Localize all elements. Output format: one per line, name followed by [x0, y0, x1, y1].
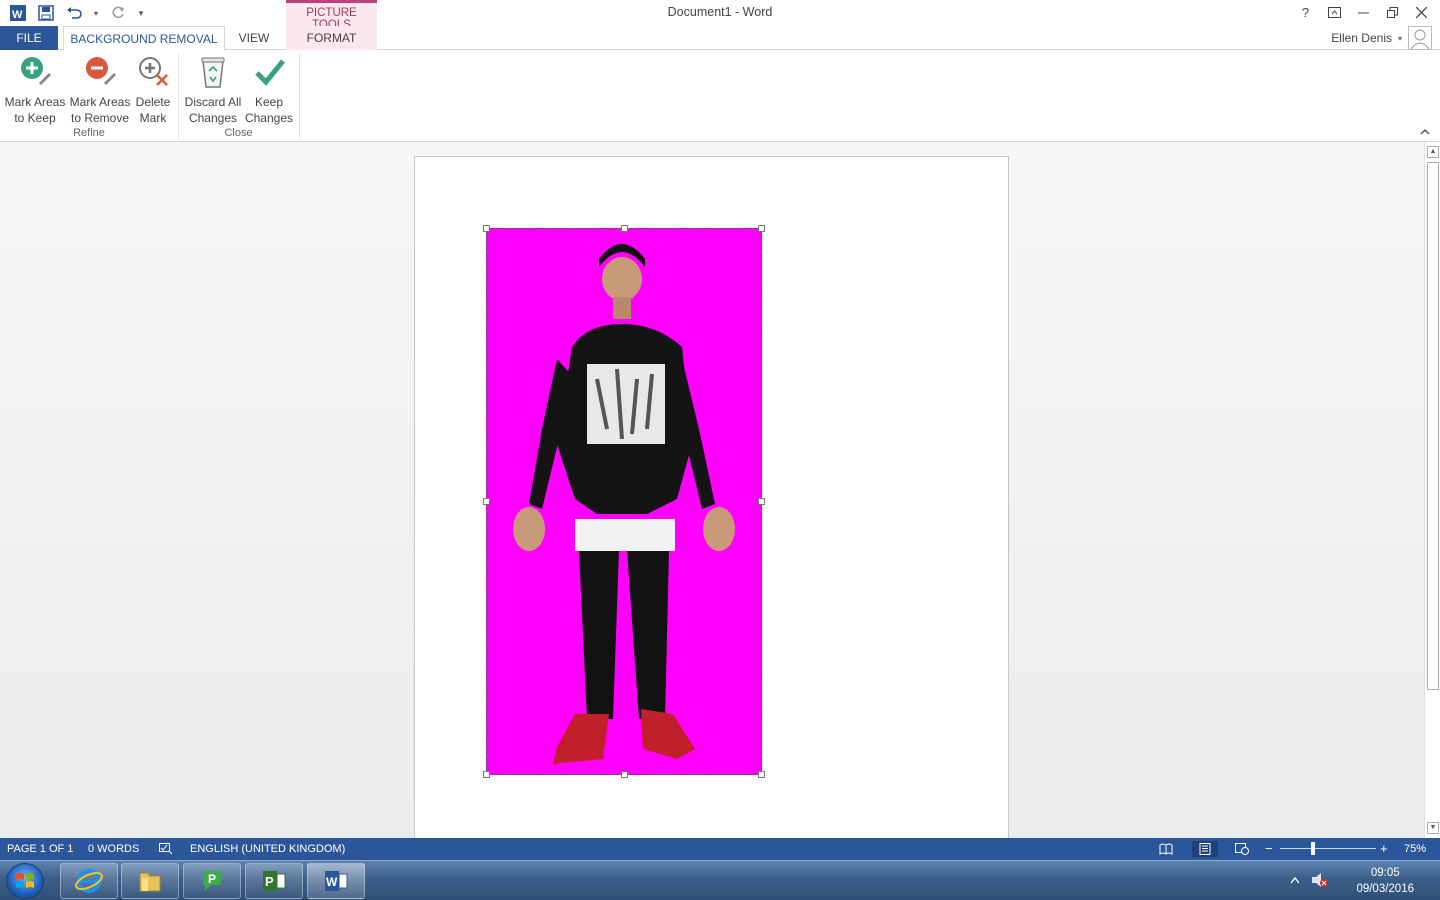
keep-label-2: Changes — [244, 111, 294, 125]
tab-file[interactable]: FILE — [0, 26, 58, 50]
user-name: Ellen Denis — [1331, 31, 1392, 45]
scroll-up-arrow-icon[interactable]: ▲ — [1427, 146, 1439, 158]
show-hidden-icons-icon[interactable] — [1290, 873, 1300, 887]
zoom-slider-track[interactable] — [1280, 848, 1376, 849]
delete-mark-icon — [137, 54, 169, 90]
resize-handle[interactable] — [483, 498, 490, 505]
tab-view[interactable]: VIEW — [229, 26, 279, 50]
discard-label-1: Discard All — [184, 95, 242, 109]
word-taskbar-button[interactable]: W — [307, 863, 365, 899]
selected-picture[interactable] — [483, 225, 765, 778]
resize-handle[interactable] — [758, 498, 765, 505]
document-area — [0, 142, 1424, 838]
project-taskbar-button[interactable]: P — [245, 863, 303, 899]
windows-taskbar: P P W 09:05 09/03/2016 — [0, 860, 1440, 900]
collapse-ribbon-icon[interactable] — [1420, 126, 1430, 138]
volume-muted-icon[interactable] — [1310, 871, 1330, 892]
zoom-level[interactable]: 75% — [1404, 843, 1426, 855]
svg-text:P: P — [265, 874, 274, 889]
svg-text:W: W — [326, 875, 338, 889]
publisher-taskbar-button[interactable]: P — [183, 863, 241, 899]
close-icon[interactable] — [1407, 2, 1436, 22]
title-bar: W ▾ ▾ Document1 - Word PICTURE TOOLS ? — [0, 0, 1440, 31]
mark-areas-to-remove-button[interactable]: Mark Areas to Remove — [68, 54, 132, 126]
group-separator — [178, 54, 179, 138]
window-controls: ? — [1291, 2, 1436, 22]
zoom-slider-thumb[interactable] — [1311, 842, 1315, 855]
resize-handle[interactable] — [758, 225, 765, 232]
minimize-icon[interactable] — [1349, 2, 1378, 22]
delete-mark-label-2: Mark — [139, 111, 167, 125]
clock-date: 09/03/2016 — [1356, 883, 1414, 895]
refine-group-label: Refine — [73, 127, 105, 139]
checkmark-icon — [253, 54, 285, 90]
vertical-scrollbar[interactable]: ▲ ▼ — [1424, 142, 1440, 838]
scrollbar-thumb[interactable] — [1427, 162, 1439, 690]
resize-handle[interactable] — [758, 771, 765, 778]
minus-pencil-icon — [84, 54, 116, 90]
mark-remove-label-2: to Remove — [70, 111, 130, 125]
close-group-label: Close — [224, 127, 253, 139]
ribbon-tab-row: FILE BACKGROUND REMOVAL VIEW FORMAT Elle… — [0, 26, 1440, 51]
windows-logo-icon — [16, 873, 34, 888]
scroll-down-arrow-icon[interactable]: ▼ — [1427, 822, 1439, 834]
status-bar: PAGE 1 OF 1 0 WORDS ENGLISH (UNITED KING… — [0, 838, 1440, 860]
start-button[interactable] — [6, 863, 44, 899]
mark-keep-label-1: Mark Areas — [4, 95, 66, 109]
keep-label-1: Keep — [254, 95, 284, 109]
chevron-down-icon: ▾ — [1397, 33, 1402, 43]
person-photo-image — [513, 244, 735, 764]
internet-explorer-icon — [75, 869, 103, 893]
zoom-in-button[interactable]: + — [1380, 841, 1388, 856]
green-speech-bubble-icon: P — [203, 871, 221, 891]
mark-remove-label-1: Mark Areas — [69, 95, 131, 109]
ribbon: Mark Areas to Keep Mark Areas to Remove … — [0, 50, 1440, 142]
word-count[interactable]: 0 WORDS — [88, 843, 139, 855]
print-layout-icon[interactable] — [1192, 841, 1218, 857]
system-clock[interactable]: 09:05 09/03/2016 — [1356, 865, 1414, 897]
plus-pencil-icon — [19, 54, 51, 90]
resize-handle[interactable] — [483, 771, 490, 778]
web-layout-icon[interactable] — [1234, 841, 1250, 857]
help-button[interactable]: ? — [1291, 2, 1320, 22]
clock-time: 09:05 — [1370, 867, 1400, 879]
folder-icon — [139, 872, 161, 892]
recycle-bin-icon — [197, 54, 229, 90]
language-indicator[interactable]: ENGLISH (UNITED KINGDOM) — [190, 843, 345, 855]
document-page[interactable] — [414, 156, 1009, 838]
word-app-icon: W — [325, 871, 348, 891]
mark-keep-label-2: to Keep — [14, 111, 56, 125]
page-count[interactable]: PAGE 1 OF 1 — [7, 843, 73, 855]
user-account[interactable]: Ellen Denis ▾ — [1331, 26, 1432, 50]
read-mode-icon[interactable] — [1158, 841, 1174, 857]
picture-tools-header: PICTURE TOOLS — [286, 0, 377, 31]
group-separator — [299, 54, 300, 138]
delete-mark-label-1: Delete — [135, 95, 171, 109]
proofing-icon[interactable] — [158, 841, 174, 857]
resize-handle[interactable] — [483, 225, 490, 232]
ribbon-display-options-icon[interactable] — [1320, 2, 1349, 22]
restore-icon[interactable] — [1378, 2, 1407, 22]
zoom-out-button[interactable]: − — [1265, 841, 1273, 856]
system-tray: 09:05 09/03/2016 — [1290, 861, 1440, 900]
mark-areas-to-keep-button[interactable]: Mark Areas to Keep — [4, 54, 66, 126]
keep-changes-button[interactable]: Keep Changes — [244, 54, 294, 126]
discard-label-2: Changes — [188, 111, 238, 125]
project-app-icon: P — [263, 871, 286, 891]
resize-handle[interactable] — [621, 225, 628, 232]
tab-format[interactable]: FORMAT — [286, 26, 377, 50]
file-explorer-taskbar-button[interactable] — [121, 863, 179, 899]
internet-explorer-taskbar-button[interactable] — [60, 863, 118, 899]
svg-text:P: P — [208, 872, 216, 886]
window-title: Document1 - Word — [667, 5, 773, 19]
resize-handle[interactable] — [621, 771, 628, 778]
tab-background-removal[interactable]: BACKGROUND REMOVAL — [63, 26, 225, 51]
delete-mark-button[interactable]: Delete Mark — [132, 54, 174, 126]
avatar — [1408, 26, 1432, 50]
discard-all-changes-button[interactable]: Discard All Changes — [182, 54, 244, 126]
